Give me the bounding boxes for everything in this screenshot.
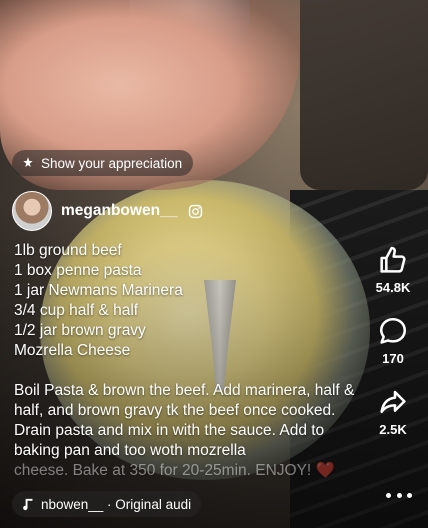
- comment-bubble-icon: [380, 318, 406, 344]
- comment-button[interactable]: 170: [377, 315, 409, 366]
- thumbs-up-icon: [380, 246, 406, 273]
- share-arrow-icon: [380, 390, 406, 413]
- audio-pill[interactable]: nbowen__ · Original audi: [12, 491, 202, 517]
- caption-line: 1 jar Newmans Marinera: [14, 282, 183, 299]
- more-dots-icon: [396, 492, 402, 498]
- show-appreciation-button[interactable]: Show your appreciation: [12, 150, 194, 176]
- caption-instructions: Boil Pasta & brown the beef. Add mariner…: [14, 382, 355, 459]
- caption-line: 1/2 jar brown gravy: [14, 322, 146, 339]
- action-rail: 54.8K 170 2.5K: [368, 244, 418, 457]
- share-button[interactable]: 2.5K: [377, 386, 409, 437]
- jar: [300, 0, 428, 190]
- avatar[interactable]: [12, 191, 52, 231]
- caption-line: 1 box penne pasta: [14, 262, 142, 279]
- caption-truncated-line: cheese. Bake at 350 for 20-25min. ENJOY!…: [14, 462, 335, 477]
- caption-line: 1lb ground beef: [14, 242, 122, 259]
- more-dots-icon: [407, 492, 412, 498]
- audio-label: nbowen__ · Original audi: [41, 496, 192, 512]
- instagram-icon: [189, 204, 203, 218]
- caption[interactable]: 1lb ground beef 1 box penne pasta 1 jar …: [14, 241, 374, 477]
- like-count: 54.8K: [375, 280, 411, 295]
- caption-line: Mozrella Cheese: [14, 342, 131, 359]
- like-button[interactable]: 54.8K: [375, 244, 411, 295]
- share-count: 2.5K: [379, 422, 407, 437]
- author-row[interactable]: meganbowen__: [12, 191, 203, 231]
- more-dots-icon: [386, 492, 391, 498]
- more-options-button[interactable]: [386, 485, 412, 505]
- caption-line: 3/4 cup half & half: [14, 302, 139, 319]
- appreciation-label: Show your appreciation: [41, 155, 183, 171]
- music-note-icon: [23, 498, 33, 510]
- comment-count: 170: [382, 351, 404, 366]
- sparkle-icon: [23, 157, 33, 168]
- username[interactable]: meganbowen__: [61, 202, 177, 220]
